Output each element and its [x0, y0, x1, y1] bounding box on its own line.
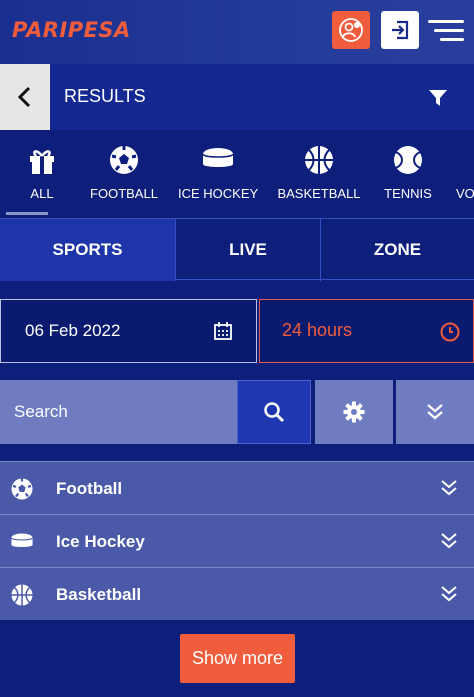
login-icon: [392, 20, 409, 40]
tennis-ball-icon: [394, 146, 422, 174]
sport-tab-partial[interactable]: VO: [456, 130, 474, 218]
back-button[interactable]: [0, 64, 50, 130]
hockey-puck-icon: [202, 148, 234, 167]
hockey-puck-icon: [10, 533, 34, 547]
filter-button[interactable]: [428, 88, 448, 113]
double-chevron-down-icon: [441, 533, 457, 549]
login-button[interactable]: [381, 11, 419, 49]
sport-tab-tennis[interactable]: TENNIS: [380, 130, 436, 218]
sport-tab-football[interactable]: FOOTBALL: [88, 130, 160, 218]
show-more-button[interactable]: Show more: [180, 634, 295, 683]
collapse-all-button[interactable]: [396, 380, 474, 444]
search-icon: [264, 402, 285, 423]
list-item-basketball[interactable]: Basketball: [0, 567, 474, 620]
list-item-ice-hockey[interactable]: Ice Hockey: [0, 514, 474, 567]
chevron-left-icon: [17, 86, 31, 108]
sport-tab-basketball[interactable]: BASKETBALL: [276, 130, 362, 218]
period-value: 24 hours: [282, 320, 353, 340]
user-add-icon: [339, 18, 363, 42]
period-picker[interactable]: 24 hours: [259, 299, 474, 363]
sport-categories: ALL FOOTBALL ICE HOCKEY BASKETBALL TENNI…: [0, 130, 474, 218]
tab-live[interactable]: LIVE: [176, 219, 321, 281]
clock-icon: [440, 322, 460, 342]
list-item-football[interactable]: Football: [0, 461, 474, 514]
active-tab-indicator: [6, 212, 48, 215]
paripesa-logo[interactable]: PARIPESA: [12, 18, 131, 42]
search-row: [0, 380, 474, 444]
search-button[interactable]: [237, 380, 311, 444]
sport-tab-all[interactable]: ALL: [8, 130, 76, 218]
date-picker[interactable]: 06 Feb 2022: [0, 299, 257, 363]
double-chevron-down-icon: [441, 586, 457, 602]
date-value: 06 Feb 2022: [25, 321, 121, 340]
filter-icon: [429, 90, 447, 106]
double-chevron-down-icon: [441, 480, 457, 496]
tab-zone[interactable]: ZONE: [321, 219, 474, 281]
app-header: PARIPESA: [0, 0, 474, 64]
basketball-icon: [11, 584, 33, 606]
calendar-icon: [214, 322, 232, 340]
football-icon: [11, 478, 33, 500]
football-icon: [110, 146, 138, 174]
results-bar: RESULTS: [0, 64, 474, 130]
menu-icon[interactable]: [428, 20, 464, 42]
double-chevron-down-icon: [427, 404, 443, 420]
basketball-icon: [305, 146, 333, 174]
gear-icon: [343, 401, 365, 423]
tab-sports[interactable]: SPORTS: [0, 219, 176, 281]
register-button[interactable]: [332, 11, 370, 49]
sport-tab-ice-hockey[interactable]: ICE HOCKEY: [178, 130, 258, 218]
gift-icon: [30, 150, 54, 174]
search-input[interactable]: [0, 380, 237, 444]
page-title: RESULTS: [64, 86, 146, 106]
settings-button[interactable]: [315, 380, 393, 444]
mode-segments: SPORTS LIVE ZONE: [0, 218, 474, 281]
